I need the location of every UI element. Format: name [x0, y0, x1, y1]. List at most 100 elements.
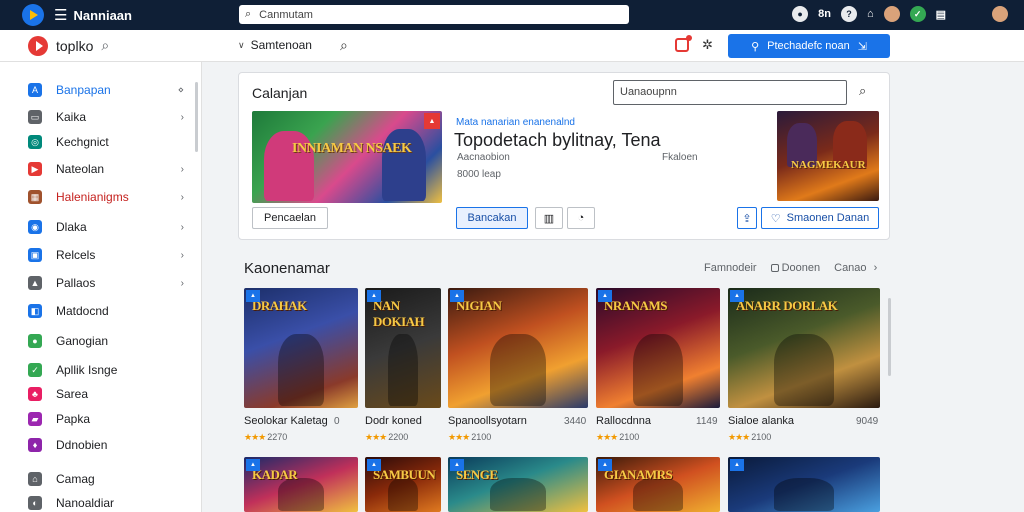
filter-search-input[interactable]: Uanaoupnn [613, 80, 847, 105]
chevron-right-icon: › [873, 262, 878, 274]
primary-button[interactable]: Bancakan [456, 207, 528, 229]
sidebar-item[interactable]: ◧ Matdocnd [28, 301, 188, 321]
gear-icon[interactable]: ✲ [702, 37, 713, 53]
game-character-art [490, 477, 546, 511]
app-logo-icon[interactable] [22, 4, 44, 26]
sidebar-item-label: Camag [56, 472, 95, 486]
featured-meta-status: Fkaloen [662, 152, 698, 163]
tile-badge: ▲ [246, 290, 260, 302]
sidebar-item[interactable]: A Banpapan ⋄ [28, 80, 188, 100]
sidebar-item[interactable]: ▶ Nateolan › [28, 159, 188, 179]
search-text: Canmutam [259, 8, 313, 21]
featured-hero-image[interactable]: INNIAMAN NSAEK ▲ [252, 111, 442, 203]
game-title[interactable]: Rallocdnna [596, 415, 651, 427]
game-title[interactable]: Sialoe alanka [728, 415, 794, 427]
sidebar-item[interactable]: ✓ Apllik Isnge [28, 360, 188, 380]
sidebar-item[interactable]: ◉ Dlaka › [28, 217, 188, 237]
search-icon[interactable]: ⌕ [859, 83, 866, 99]
chevron-right-icon: › [180, 163, 184, 175]
sidebar-item-label: Nateolan [56, 162, 105, 176]
sidebar-item[interactable]: ▰ Papka [28, 409, 188, 429]
game-tile[interactable]: NAN DOKIAH ▲ [365, 288, 441, 408]
search-icon[interactable]: ⌕ [340, 37, 348, 54]
record-icon[interactable]: ● [792, 6, 809, 22]
main-scrollbar[interactable] [888, 298, 891, 376]
sidebar-item[interactable]: ♦ Ddnobien [28, 435, 188, 455]
game-title[interactable]: Spanoollsyotarn [448, 415, 527, 427]
game-title[interactable]: Dodr koned [365, 415, 422, 427]
rating-value: 2100 [471, 432, 492, 442]
game-character-art [773, 333, 835, 406]
game-logo-text: DRAHAK [252, 298, 307, 313]
game-tile[interactable]: SENGE ▲ [448, 457, 588, 512]
wishlist-button[interactable]: ♡ Smaonen Danan [761, 207, 879, 229]
shield-icon[interactable]: ✓ [909, 6, 926, 22]
sidebar-item-icon: ▭ [28, 110, 42, 124]
star-icon: ★★★ [596, 432, 618, 442]
chevron-right-icon: › [180, 221, 184, 233]
game-rating: ★★★ 2100 [448, 432, 491, 443]
game-tile[interactable]: SAMBUUN ▲ [365, 457, 441, 512]
tile-badge: ▲ [450, 290, 464, 302]
primary-action-button[interactable]: ⚲ Ptechadefc noan ⇲ [728, 34, 890, 58]
share-icon[interactable]: ⇪ [737, 207, 757, 229]
brand-logo-icon[interactable] [28, 35, 48, 56]
game-tile[interactable]: KADAR ▲ [244, 457, 358, 512]
global-search-input[interactable]: ⌕ Canmutam [239, 5, 629, 24]
print-icon[interactable]: ▥ [535, 207, 563, 229]
sidebar-item-icon: ✓ [28, 363, 42, 377]
sidebar-item[interactable]: ▭ Kaika › [28, 107, 188, 127]
game-tile[interactable]: NIGIAN ▲ [448, 288, 588, 408]
category-dropdown[interactable]: ∨ Samtenoan [238, 38, 312, 52]
sidebar-item-label: Apllik Isnge [56, 363, 118, 377]
featured-side-image[interactable]: NAGMEKAUR [777, 111, 879, 201]
section-link-3-label: Canao [834, 262, 867, 274]
tile-badge: ▲ [730, 459, 744, 471]
sidebar-item[interactable]: ◐ Nanoaldiar [28, 493, 188, 512]
sidebar-item-label: Kaika [56, 110, 87, 124]
sidebar-item[interactable]: ▣ Relcels › [28, 245, 188, 265]
avatar[interactable] [883, 6, 900, 22]
help-icon[interactable]: ? [840, 6, 857, 22]
sidebar-item-icon: ◧ [28, 304, 42, 318]
chevron-right-icon: › [180, 111, 184, 123]
user-avatar[interactable] [992, 6, 1008, 22]
sidebar-scrollbar[interactable] [195, 82, 198, 152]
expand-icon: ⇲ [857, 40, 867, 53]
section-link-1[interactable]: Famnodeir [704, 262, 757, 274]
headset-icon[interactable]: ◔ [567, 207, 595, 229]
featured-meta-developer: Aacnaobion [457, 152, 510, 163]
sidebar-item[interactable]: ▲ Pallaos › [28, 273, 188, 293]
section-link-2[interactable]: Doonen [770, 262, 820, 274]
home-icon[interactable]: ⌂ [867, 6, 874, 22]
sidebar-item-icon: ▲ [28, 276, 42, 290]
wishlist-label: Smaonen Danan [786, 212, 870, 224]
game-tile[interactable]: ▲ [728, 457, 880, 512]
sidebar-item[interactable]: ♣ Sarea [28, 384, 188, 404]
sidebar-item[interactable]: ▦ Halenianigms › [28, 187, 188, 207]
game-rating: ★★★ 2200 [365, 432, 408, 443]
menu-icon[interactable]: ☰ [54, 8, 67, 23]
tile-badge: ▲ [246, 459, 260, 471]
brand-search-icon[interactable]: ⌕ [101, 37, 109, 54]
sidebar-item[interactable]: ● Ganogian [28, 331, 188, 351]
game-tile[interactable]: ANARR DORLAK ▲ [728, 288, 880, 408]
game-title[interactable]: Seolokar Kaletag [244, 415, 328, 427]
sidebar-item[interactable]: ◎ Kechgnict [28, 132, 188, 152]
app-header: toplko ⌕ ∨ Samtenoan ⌕ ✲ ⚲ Ptechadefc no… [0, 30, 1024, 62]
window-icon[interactable]: ▤ [936, 6, 946, 22]
game-character-art [633, 333, 683, 406]
game-logo-text: NRANAMS [604, 298, 667, 313]
sidebar-item[interactable]: ⌂ Camag [28, 469, 188, 489]
chevron-right-icon: › [180, 277, 184, 289]
game-tile[interactable]: NRANAMS ▲ [596, 288, 720, 408]
notification-icon[interactable] [675, 35, 692, 52]
game-count: 9049 [856, 416, 879, 427]
sidebar-item-icon: ◐ [28, 496, 42, 510]
section-link-3[interactable]: Canao › [834, 262, 877, 274]
game-tile[interactable]: GIANAMRS ▲ [596, 457, 720, 512]
checkbox-icon [770, 264, 779, 272]
game-tile[interactable]: DRAHAK ▲ [244, 288, 358, 408]
sidebar-item-icon: ⌂ [28, 472, 42, 486]
secondary-button[interactable]: Pencaelan [252, 207, 328, 229]
